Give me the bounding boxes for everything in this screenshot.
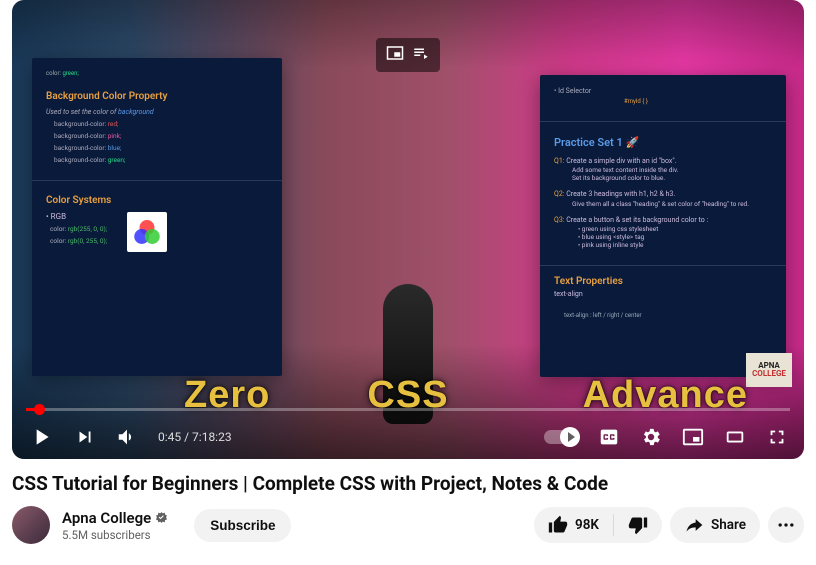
like-button[interactable]: 98K [534,515,613,535]
progress-fill [26,408,40,411]
more-actions-button[interactable] [768,507,804,543]
like-dislike-group: 98K [534,507,662,543]
next-icon[interactable] [74,426,96,448]
theater-icon[interactable] [724,426,746,448]
pip-size-icon[interactable] [386,44,404,66]
slide-right: • Id Selector #myId { } Practice Set 1 🚀… [540,75,786,377]
slide-left: color: green; Background Color Property … [32,58,282,376]
dislike-button[interactable] [614,515,662,535]
play-icon[interactable] [28,424,54,450]
subscribe-button[interactable]: Subscribe [194,509,291,542]
queue-add-icon[interactable] [412,44,430,66]
player-controls: 0:45 / 7:18:23 [12,415,804,459]
verified-icon [155,511,168,524]
thumbs-up-icon [548,515,568,535]
rgb-icon [127,212,167,252]
fullscreen-icon[interactable] [766,426,788,448]
subscriber-count: 5.5M subscribers [62,528,168,542]
share-button[interactable]: Share [670,507,760,543]
time-display: 0:45 / 7:18:23 [158,430,232,444]
meta-row: Apna College 5.5M subscribers Subscribe … [12,506,804,544]
settings-icon[interactable] [640,426,662,448]
miniplayer-icon[interactable] [682,426,704,448]
channel-avatar[interactable] [12,506,50,544]
video-player[interactable]: color: green; Background Color Property … [12,0,804,459]
share-icon [684,515,704,535]
slide-heading: Background Color Property [46,91,268,102]
volume-icon[interactable] [116,426,138,448]
video-title: CSS Tutorial for Beginners | Complete CS… [12,472,804,495]
progress-bar[interactable] [26,408,790,411]
more-icon [776,515,796,535]
video-top-actions [376,38,440,72]
autoplay-toggle[interactable] [544,430,578,444]
channel-name[interactable]: Apna College [62,509,151,527]
channel-watermark[interactable]: APNA COLLEGE [746,353,792,387]
captions-icon[interactable] [598,426,620,448]
thumbs-down-icon [628,515,648,535]
like-count: 98K [575,517,599,533]
